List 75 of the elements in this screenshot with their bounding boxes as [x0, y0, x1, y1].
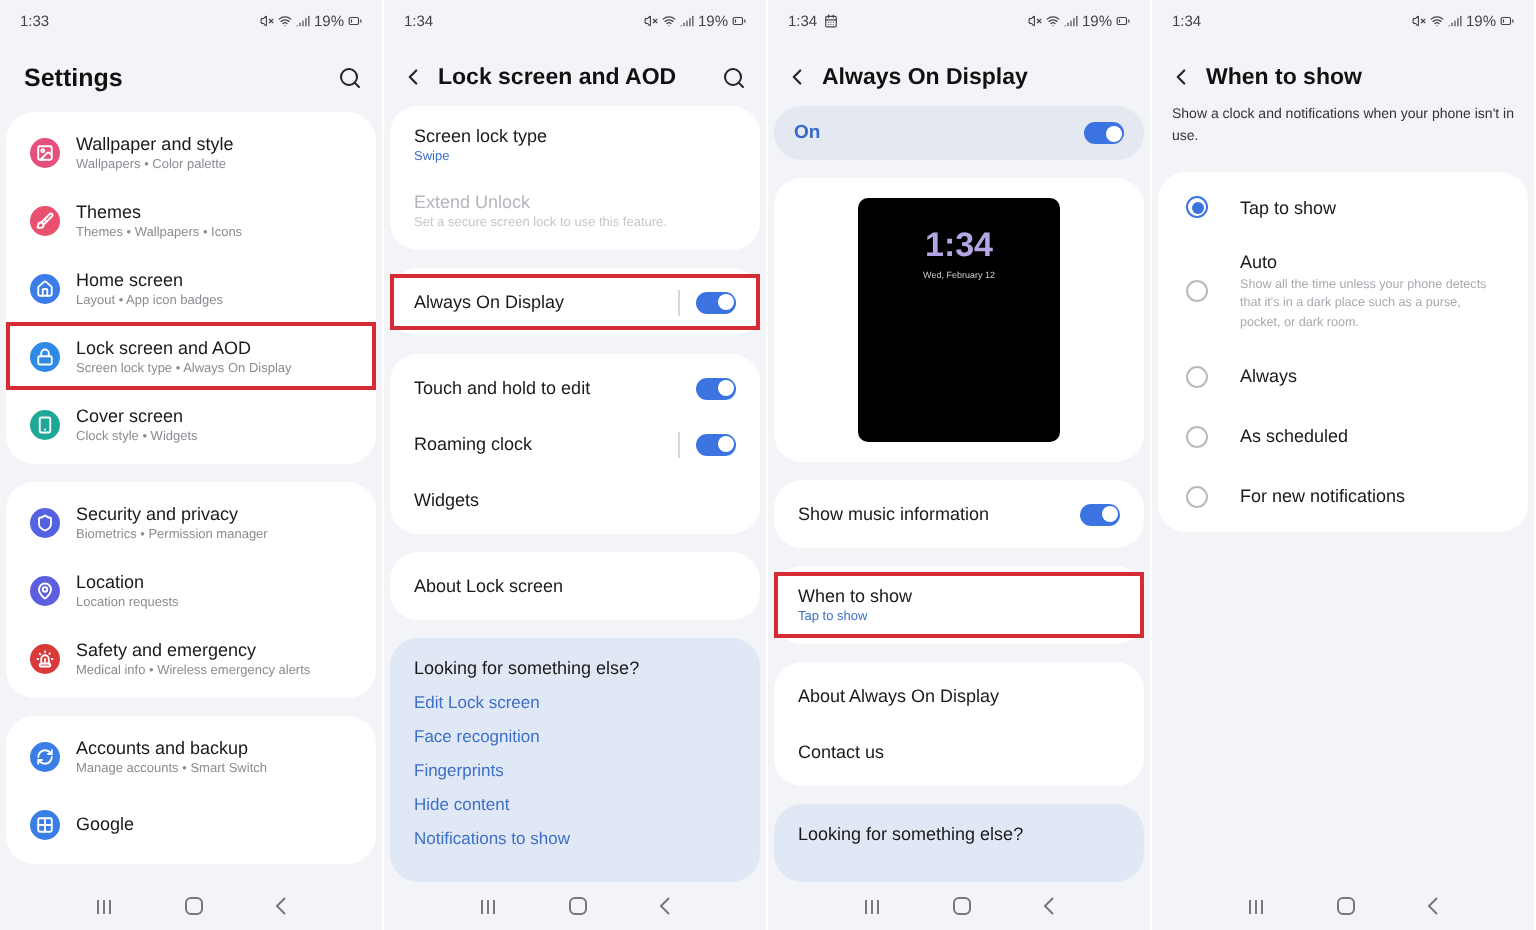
radio-button[interactable] [1186, 485, 1208, 507]
signal-icon [1447, 13, 1462, 27]
menu-item-title[interactable]: Safety and emergency [76, 639, 352, 659]
setting-title: Extend Unlock [414, 192, 533, 212]
wifi-icon [1045, 13, 1060, 27]
setting-title[interactable]: Roaming clock [414, 434, 662, 454]
radio-button[interactable] [1186, 196, 1208, 219]
recents-icon[interactable] [478, 897, 499, 915]
menu-item-title[interactable]: Lock screen and AOD [76, 337, 352, 357]
option-label[interactable]: As scheduled [1240, 426, 1504, 446]
option-label[interactable]: For new notifications [1240, 486, 1504, 506]
battery-icon [1116, 13, 1130, 27]
setting-title[interactable]: Show music information [798, 504, 1064, 524]
suggestion-link[interactable]: Fingerprints [414, 760, 736, 780]
setting-title[interactable]: Screen lock type [414, 126, 736, 146]
menu-item-title[interactable]: Wallpaper and style [76, 133, 352, 153]
menu-item-title[interactable]: Security and privacy [76, 503, 352, 523]
calendar-icon [823, 13, 838, 27]
home-icon[interactable] [951, 896, 972, 916]
mute-icon [1411, 13, 1426, 27]
menu-item-title[interactable]: Home screen [76, 269, 352, 289]
menu-item-title[interactable]: Google [76, 814, 352, 834]
menu-item-title[interactable]: Accounts and backup [76, 737, 352, 757]
mute-icon [1027, 13, 1042, 27]
menu-item-title[interactable]: Location [76, 571, 352, 591]
recents-icon[interactable] [862, 897, 883, 915]
toggle-switch[interactable] [1080, 503, 1120, 525]
battery-icon [732, 13, 746, 27]
toggle-switch[interactable] [696, 433, 736, 455]
wifi-icon [277, 13, 292, 27]
toggle-switch[interactable] [1084, 122, 1124, 144]
toggle-switch[interactable] [696, 377, 736, 399]
suggestions-heading: Looking for something else? [798, 824, 1026, 844]
search-icon[interactable] [722, 65, 746, 89]
screen-title: When to show [1206, 65, 1364, 89]
wifi-icon [1429, 13, 1444, 27]
home-icon[interactable] [183, 896, 204, 916]
radio-button[interactable] [1186, 425, 1208, 447]
clock-time: 1:34 [924, 226, 994, 266]
mute-icon [259, 13, 274, 27]
suggestion-link[interactable]: Edit Lock screen [414, 692, 736, 712]
radio-button[interactable] [1186, 280, 1208, 303]
suggestion-link[interactable]: Face recognition [414, 726, 736, 746]
radio-button[interactable] [1186, 365, 1208, 387]
switch-label: On [794, 122, 821, 144]
recents-icon[interactable] [1246, 897, 1267, 915]
signal-icon [1063, 13, 1078, 27]
recents-icon[interactable] [94, 897, 115, 915]
option-label[interactable]: Auto [1240, 251, 1504, 272]
screen-title: Always On Display [822, 65, 1030, 89]
setting-title[interactable]: When to show [798, 586, 1120, 606]
setting-title[interactable]: About Lock screen [414, 576, 736, 596]
toggle-switch[interactable] [696, 291, 736, 313]
home-icon[interactable] [567, 896, 588, 916]
suggestion-link[interactable]: Notifications to show [414, 828, 736, 848]
signal-icon [679, 13, 694, 27]
setting-title[interactable]: About Always On Display [798, 686, 1120, 706]
option-label[interactable]: Tap to show [1240, 197, 1504, 218]
suggestions-heading: Looking for something else? [414, 658, 642, 678]
battery-icon [1500, 13, 1514, 27]
mute-icon [643, 13, 658, 27]
setting-title[interactable]: Contact us [798, 742, 1120, 762]
menu-item-title[interactable]: Cover screen [76, 405, 352, 425]
setting-title[interactable]: Touch and hold to edit [414, 378, 680, 398]
screen-title: Lock screen and AOD [438, 65, 679, 89]
option-label[interactable]: Always [1240, 366, 1504, 386]
screen-title: Settings [24, 64, 125, 92]
wifi-icon [661, 13, 676, 27]
menu-item-title[interactable]: Themes [76, 201, 352, 221]
setting-title[interactable]: Widgets [414, 490, 736, 510]
signal-icon [295, 13, 310, 27]
search-icon[interactable] [338, 66, 362, 90]
home-icon[interactable] [1335, 896, 1356, 916]
suggestion-link[interactable]: Hide content [414, 794, 736, 814]
battery-icon [348, 13, 362, 27]
